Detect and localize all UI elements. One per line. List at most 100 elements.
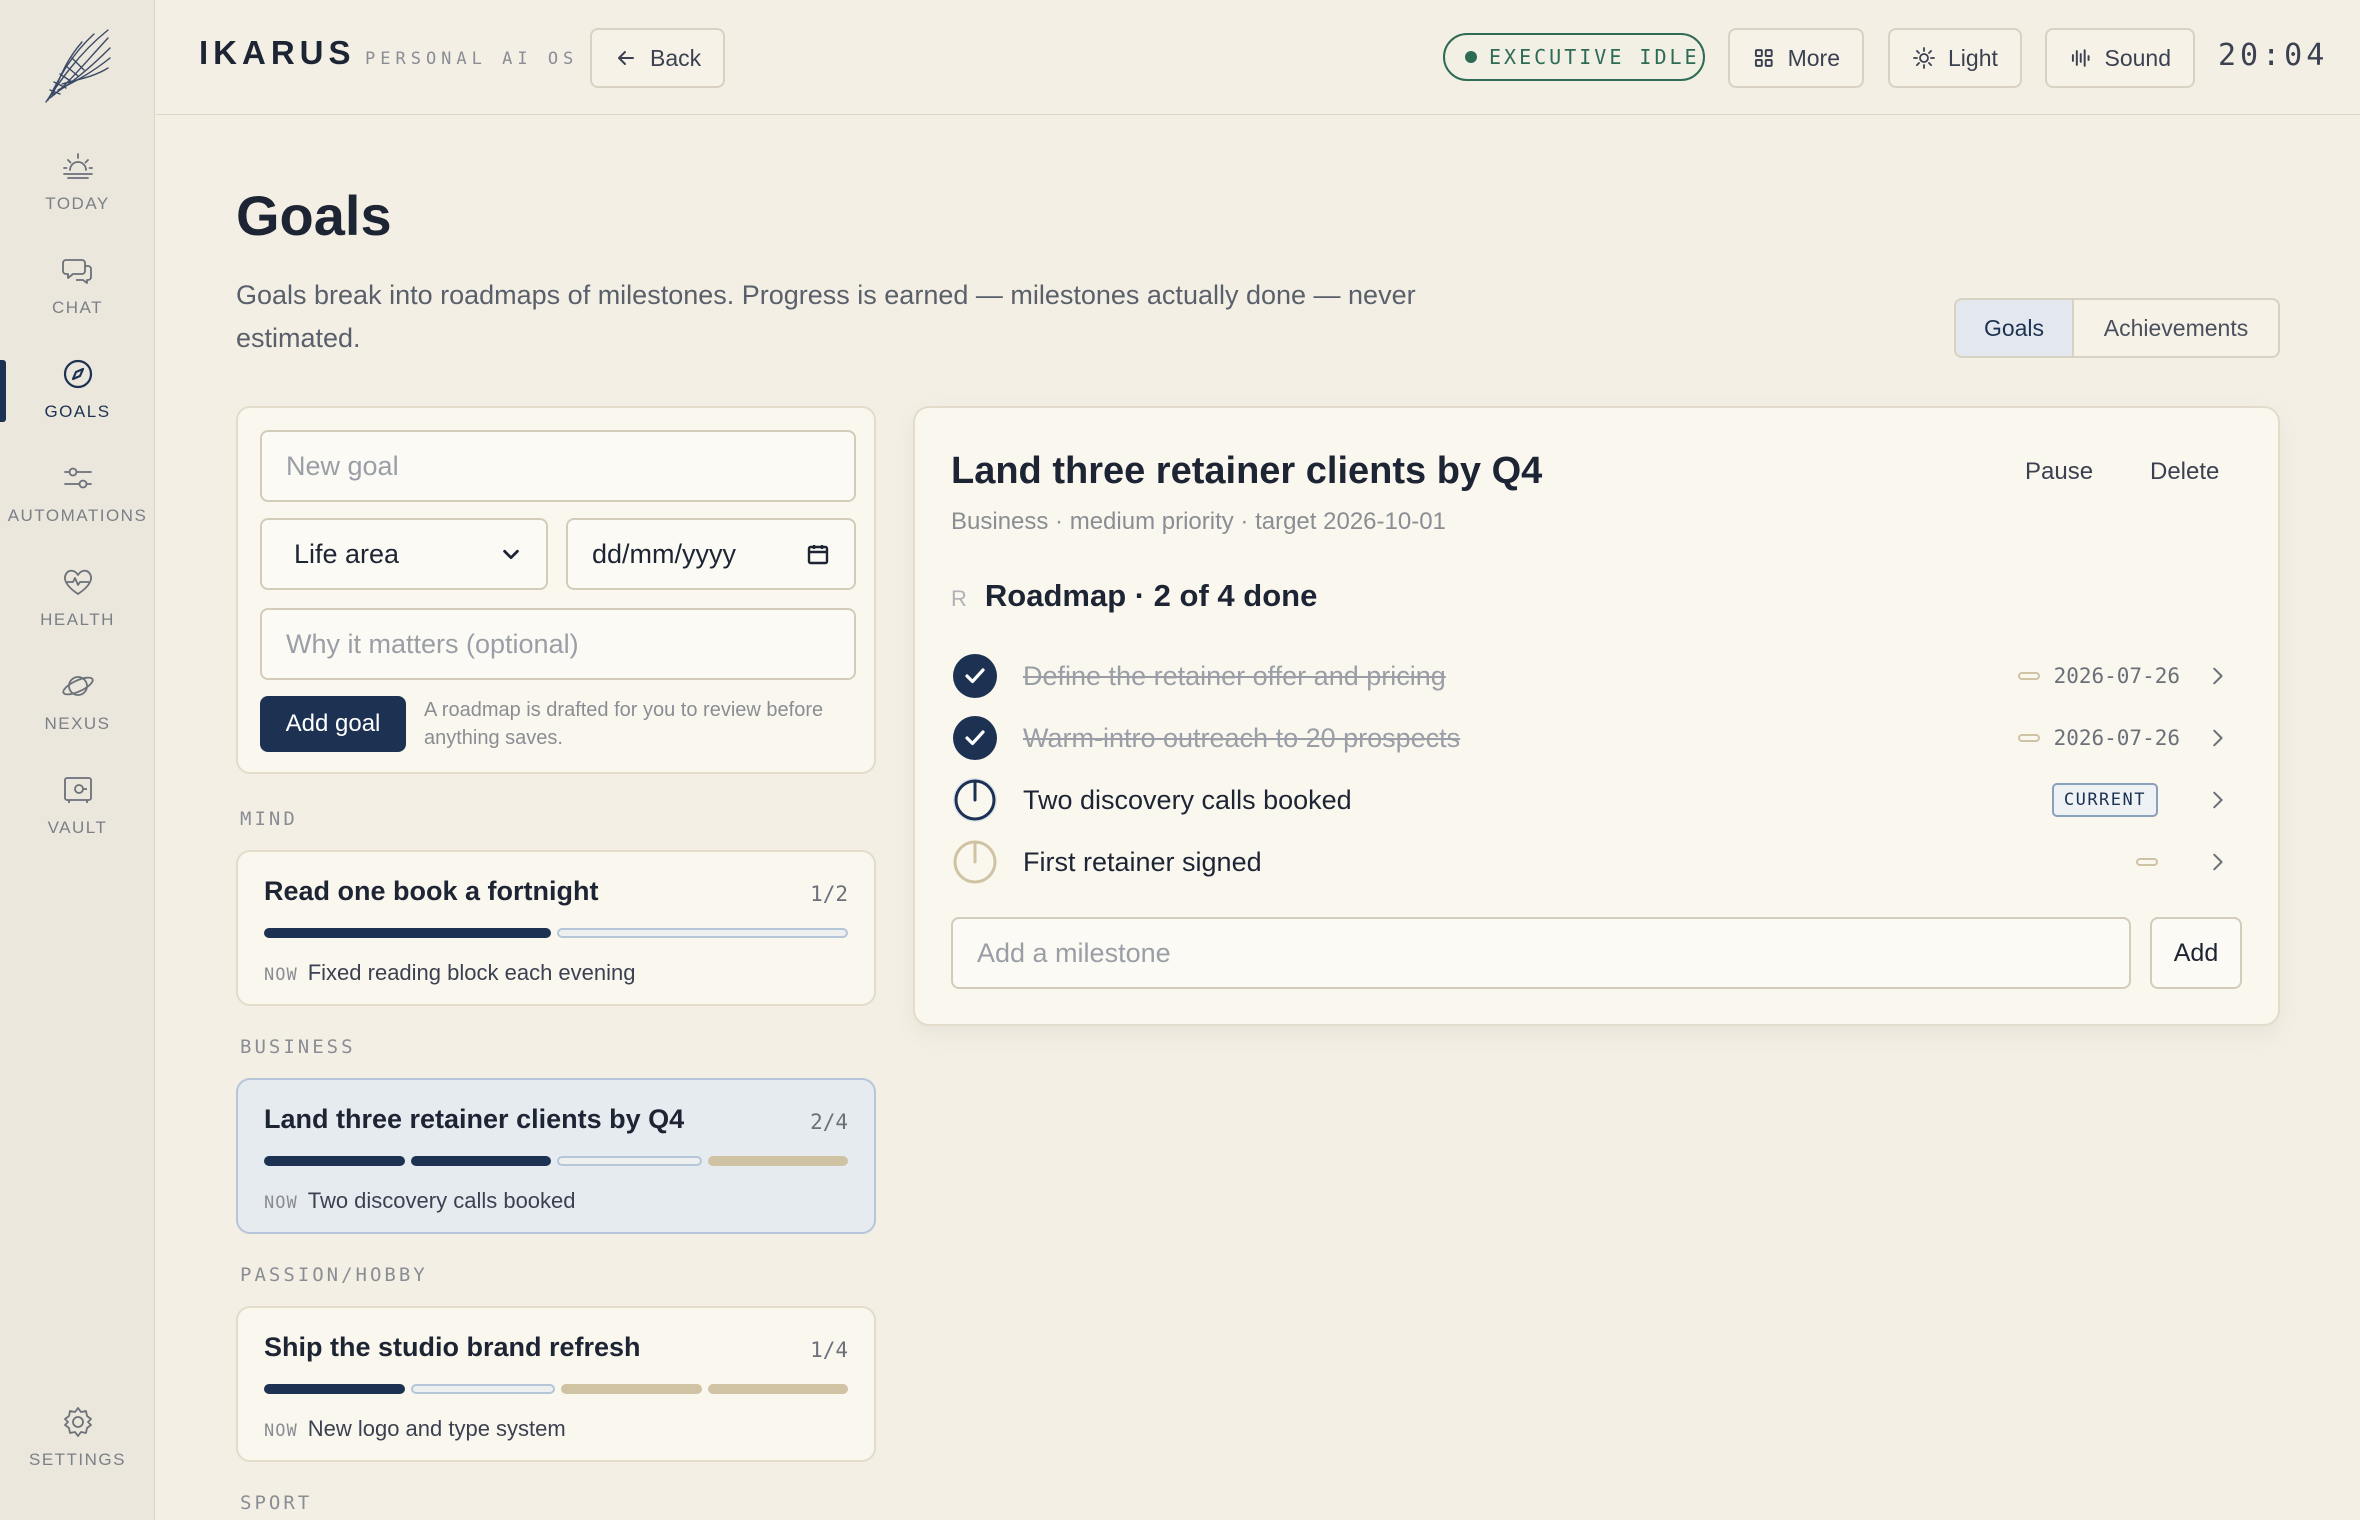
more-label: More — [1787, 44, 1840, 71]
theme-label: Light — [1948, 44, 1998, 71]
category-passion: PASSION/HOBBY — [240, 1264, 428, 1286]
progress-segment — [410, 1384, 555, 1394]
nav-nexus-label: NEXUS — [44, 714, 111, 733]
wing-logo-icon — [45, 29, 111, 103]
goal-progress-bars — [264, 1156, 848, 1166]
current-step-ring-icon — [953, 778, 997, 822]
nav-goals[interactable]: GOALS — [0, 356, 155, 448]
add-goal-button[interactable]: Add goal — [260, 696, 406, 752]
goal-card[interactable]: Read one book a fortnight 1/2 NOW Fixed … — [236, 850, 876, 1006]
add-milestone-input[interactable]: Add a milestone — [951, 917, 2131, 989]
detail-title: Land three retainer clients by Q4 — [951, 450, 1543, 492]
pause-button[interactable]: Pause — [2025, 458, 2093, 486]
goal-current-step: NOW Fixed reading block each evening — [264, 960, 635, 986]
now-text: New logo and type system — [307, 1416, 566, 1441]
chat-bubbles-icon — [61, 259, 92, 284]
sidebar: TODAY CHAT GOALS AUTOMATIONS HEALTH NEXU… — [0, 0, 155, 1520]
sound-label: Sound — [2104, 44, 2171, 71]
sun-icon — [1913, 47, 1935, 69]
nav-vault[interactable]: VAULT — [0, 772, 155, 864]
now-text: Two discovery calls booked — [307, 1188, 576, 1213]
category-sport: SPORT — [240, 1492, 313, 1514]
goal-title: Read one book a fortnight — [264, 876, 599, 906]
nav-vault-label: VAULT — [47, 818, 108, 837]
nav-nexus[interactable]: NEXUS — [0, 668, 155, 760]
nav-health-label: HEALTH — [40, 610, 115, 629]
roadmap-header: R Roadmap · 2 of 4 done — [951, 578, 1317, 614]
back-button[interactable]: Back — [590, 28, 726, 88]
goal-card[interactable]: Ship the studio brand refresh 1/4 NOW Ne… — [236, 1306, 876, 1462]
chevron-right-icon — [2213, 791, 2223, 809]
theme-toggle-button[interactable]: Light — [1888, 28, 2022, 88]
milestone-row[interactable]: Define the retainer offer and pricing 20… — [951, 648, 2242, 704]
progress-segment — [561, 1384, 702, 1394]
nav-health[interactable]: HEALTH — [0, 564, 155, 656]
brand-subtitle: PERSONAL AI OS — [365, 49, 579, 69]
target-date-input[interactable]: dd/mm/yyyy — [566, 518, 856, 590]
nav-settings[interactable]: SETTINGS — [0, 1404, 155, 1496]
nav-today[interactable]: TODAY — [0, 148, 155, 240]
goal-progress-bars — [264, 928, 848, 938]
nav-settings-label: SETTINGS — [28, 1450, 126, 1469]
clock: 20:04 — [2218, 38, 2329, 73]
compass-icon — [63, 359, 92, 389]
nav-chat[interactable]: CHAT — [0, 252, 155, 344]
check-circle-icon — [953, 716, 997, 760]
more-button[interactable]: More — [1728, 28, 1864, 88]
add-milestone-button[interactable]: Add — [2150, 917, 2242, 989]
brand-name: IKARUS — [199, 34, 356, 71]
chevron-down-icon — [503, 549, 519, 560]
status-text: EXECUTIVE IDLE — [1489, 45, 1700, 69]
progress-segment — [557, 1156, 702, 1166]
milestone-date-text: 2026-07-26 — [2053, 726, 2180, 750]
safe-icon — [63, 777, 92, 803]
progress-segment — [264, 1156, 405, 1166]
milestone-row[interactable]: First retainer signed — [951, 834, 2242, 890]
date-pill-icon — [2017, 734, 2040, 742]
new-goal-input[interactable]: New goal — [260, 430, 856, 502]
now-tag: NOW — [264, 1193, 298, 1213]
nav-goals-label: GOALS — [44, 402, 111, 421]
progress-segment — [557, 928, 848, 938]
roadmap-title: Roadmap · 2 of 4 done — [984, 578, 1318, 613]
life-area-select[interactable]: Life area — [260, 518, 548, 590]
grid-icon — [1754, 49, 1773, 67]
chevron-right-icon — [2213, 729, 2223, 747]
arrow-left-icon — [618, 51, 634, 65]
goal-current-step: NOW New logo and type system — [264, 1416, 566, 1442]
tab-achievements[interactable]: Achievements — [2074, 300, 2278, 356]
life-area-value: Life area — [294, 538, 400, 569]
date-pill-icon — [2017, 672, 2040, 680]
sliders-icon — [63, 467, 92, 489]
why-it-matters-input[interactable]: Why it matters (optional) — [260, 608, 856, 680]
nav-automations[interactable]: AUTOMATIONS — [0, 460, 155, 552]
now-tag: NOW — [264, 965, 298, 985]
sound-wave-icon — [2071, 49, 2090, 67]
roadmap-letter: R — [951, 586, 967, 611]
page-description: Goals break into roadmaps of milestones.… — [236, 280, 1416, 353]
delete-button[interactable]: Delete — [2150, 458, 2219, 486]
tab-goals[interactable]: Goals — [1956, 300, 2074, 356]
milestone-text: First retainer signed — [1023, 846, 1262, 877]
chevron-right-icon — [2213, 667, 2223, 685]
date-pill-icon — [2136, 858, 2158, 866]
top-bar: IKARUS PERSONAL AI OS Back EXECUTIVE IDL… — [156, 0, 2360, 115]
progress-segment — [264, 928, 551, 938]
category-mind: MIND — [240, 808, 298, 830]
category-business: BUSINESS — [240, 1036, 356, 1058]
check-circle-icon — [953, 654, 997, 698]
milestone-row[interactable]: Warm-intro outreach to 20 prospects 2026… — [951, 710, 2242, 766]
goal-card-selected[interactable]: Land three retainer clients by Q4 2/4 NO… — [236, 1078, 876, 1234]
now-text: Fixed reading block each evening — [307, 960, 636, 985]
milestone-text: Warm-intro outreach to 20 prospects — [1023, 722, 1461, 753]
sound-button[interactable]: Sound — [2045, 28, 2195, 88]
new-goal-form: New goal Life area dd/mm/yyyy Why it mat… — [236, 406, 876, 774]
status-dot — [1465, 51, 1477, 63]
milestone-row-current[interactable]: Two discovery calls booked CURRENT — [951, 772, 2242, 828]
view-switcher: Goals Achievements — [1954, 298, 2280, 358]
progress-segment — [410, 1156, 551, 1166]
milestone-text: Define the retainer offer and pricing — [1023, 660, 1446, 691]
milestone-date-text: 2026-07-26 — [2053, 664, 2180, 688]
goal-progress-bars — [264, 1384, 848, 1394]
now-tag: NOW — [264, 1421, 298, 1441]
